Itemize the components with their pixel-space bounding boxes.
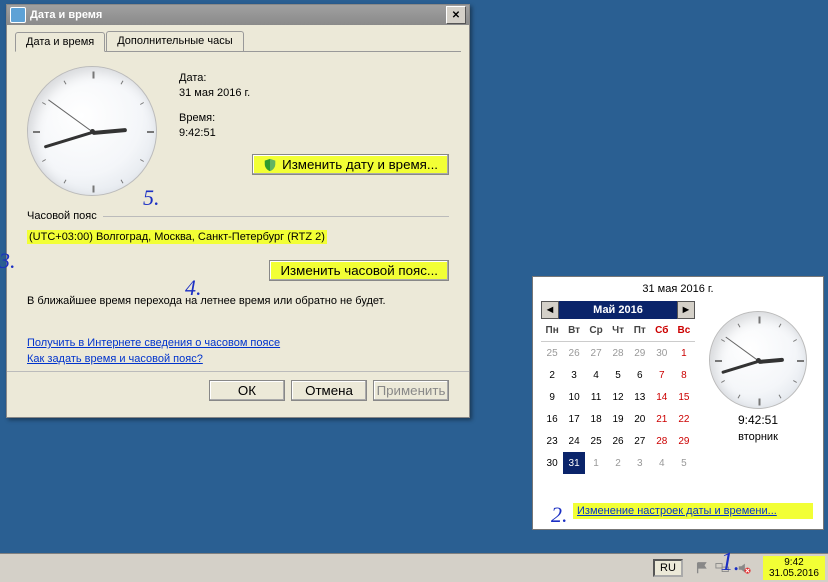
analog-clock [27,66,157,196]
calendar-day[interactable]: 24 [563,430,585,452]
next-month-button[interactable]: ► [677,301,695,319]
timezone-header: Часовой пояс [27,210,97,222]
ok-button[interactable]: ОК [209,380,285,401]
popup-change-settings-link[interactable]: Изменение настроек даты и времени... [573,503,813,519]
calendar-day[interactable]: 10 [563,386,585,408]
calendar-day[interactable]: 4 [585,364,607,386]
calendar-day[interactable]: 26 [607,430,629,452]
timezone-value: (UTC+03:00) Волгоград, Москва, Санкт-Пет… [27,230,327,244]
app-icon [10,7,26,23]
dialog-body: Дата: 31 мая 2016 г. Время: 9:42:51 Изме… [7,52,469,417]
calendar-day[interactable]: 27 [585,342,607,365]
network-icon[interactable] [715,561,731,575]
calendar-day[interactable]: 2 [607,452,629,474]
calendar-day[interactable]: 26 [563,342,585,365]
calendar-day[interactable]: 25 [541,342,563,365]
calendar-day[interactable]: 6 [629,364,651,386]
calendar-day[interactable]: 17 [563,408,585,430]
calendar-day[interactable]: 22 [673,408,695,430]
calendar-day[interactable]: 31 [563,452,585,474]
prev-month-button[interactable]: ◄ [541,301,559,319]
cancel-button[interactable]: Отмена [291,380,367,401]
tray-clock-popup: 31 мая 2016 г. ◄ Май 2016 ► ПнВтСрЧтПтСб… [532,276,824,530]
calendar-day[interactable]: 15 [673,386,695,408]
tab-strip: Дата и время Дополнительные часы [15,31,461,52]
calendar-day[interactable]: 5 [607,364,629,386]
time-label: Время: [179,112,449,124]
calendar-day[interactable]: 4 [651,452,673,474]
calendar-day[interactable]: 7 [651,364,673,386]
dst-status: В ближайшее время перехода на летнее вре… [27,295,449,307]
calendar-day[interactable]: 3 [629,452,651,474]
calendar: ◄ Май 2016 ► ПнВтСрЧтПтСбВс2526272829301… [541,301,695,474]
popup-day: вторник [738,431,778,443]
calendar-day[interactable]: 20 [629,408,651,430]
calendar-day[interactable]: 1 [585,452,607,474]
apply-button[interactable]: Применить [373,380,449,401]
calendar-day[interactable]: 18 [585,408,607,430]
shield-icon [263,158,277,172]
language-indicator[interactable]: RU [653,559,683,577]
calendar-day[interactable]: 28 [651,430,673,452]
change-timezone-label: Изменить часовой пояс... [280,263,438,278]
tab-date-time[interactable]: Дата и время [15,32,105,52]
volume-icon[interactable] [737,561,751,575]
date-time-dialog: Дата и время ✕ Дата и время Дополнительн… [6,4,470,418]
tray-time: 9:42 [769,557,819,568]
calendar-day[interactable]: 27 [629,430,651,452]
popup-analog-clock [709,311,807,409]
taskbar: RU 9:42 31.05.2016 [0,553,828,582]
calendar-day[interactable]: 23 [541,430,563,452]
calendar-day[interactable]: 3 [563,364,585,386]
calendar-day[interactable]: 25 [585,430,607,452]
calendar-day[interactable]: 28 [607,342,629,365]
calendar-day[interactable]: 16 [541,408,563,430]
calendar-day[interactable]: 29 [673,430,695,452]
tray-date: 31.05.2016 [769,568,819,579]
change-date-time-label: Изменить дату и время... [282,157,438,172]
popup-time: 9:42:51 [738,413,778,427]
tray-clock[interactable]: 9:42 31.05.2016 [763,556,825,580]
link-howto-set-time[interactable]: Как задать время и часовой пояс? [27,353,449,365]
calendar-day[interactable]: 29 [629,342,651,365]
change-date-time-button[interactable]: Изменить дату и время... [252,154,449,175]
time-value: 9:42:51 [179,127,449,139]
date-label: Дата: [179,72,449,84]
calendar-day[interactable]: 1 [673,342,695,365]
calendar-day[interactable]: 8 [673,364,695,386]
popup-date: 31 мая 2016 г. [533,277,823,301]
close-icon[interactable]: ✕ [446,6,466,24]
tab-additional-clocks[interactable]: Дополнительные часы [106,31,243,51]
calendar-day[interactable]: 12 [607,386,629,408]
link-online-tz-info[interactable]: Получить в Интернете сведения о часовом … [27,337,449,349]
calendar-day[interactable]: 5 [673,452,695,474]
title-text: Дата и время [30,9,446,21]
calendar-grid[interactable]: ПнВтСрЧтПтСбВс25262728293012345678910111… [541,319,695,474]
calendar-day[interactable]: 30 [651,342,673,365]
flag-icon[interactable] [695,561,709,575]
calendar-day[interactable]: 21 [651,408,673,430]
calendar-day[interactable]: 14 [651,386,673,408]
system-tray [689,561,757,575]
calendar-day[interactable]: 2 [541,364,563,386]
calendar-month: Май 2016 [559,304,677,316]
title-bar[interactable]: Дата и время ✕ [7,5,469,25]
date-value: 31 мая 2016 г. [179,87,449,99]
calendar-day[interactable]: 9 [541,386,563,408]
calendar-day[interactable]: 13 [629,386,651,408]
change-timezone-button[interactable]: Изменить часовой пояс... [269,260,449,281]
calendar-day[interactable]: 30 [541,452,563,474]
calendar-day[interactable]: 19 [607,408,629,430]
calendar-day[interactable]: 11 [585,386,607,408]
